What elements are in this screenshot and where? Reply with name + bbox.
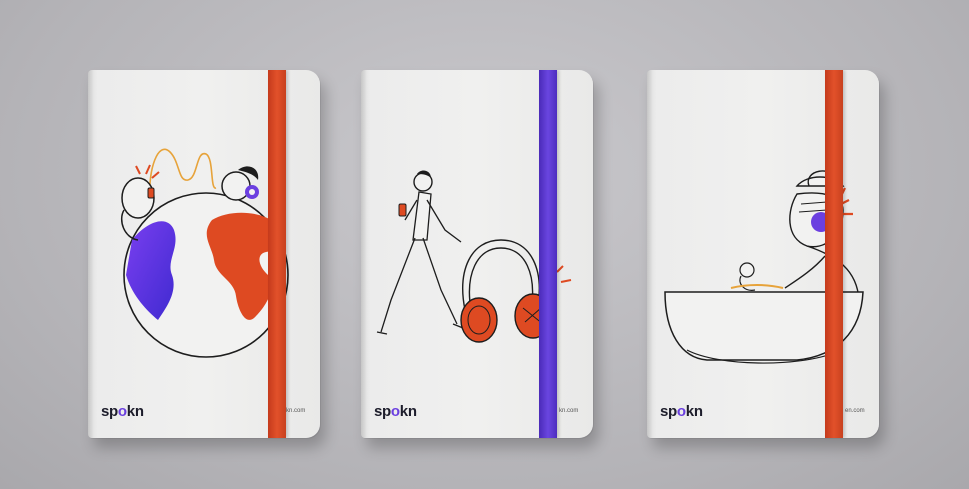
notebook-headphones: spokn kn.com — [361, 70, 593, 438]
brand-logo: spokn — [374, 403, 417, 420]
brand-url: en.com — [845, 408, 865, 414]
elastic-band — [268, 70, 286, 438]
elastic-band — [539, 70, 557, 438]
person-with-bowl-icon — [664, 170, 864, 364]
notebook-globe: spokn kn.com — [88, 70, 320, 438]
elastic-band — [825, 70, 843, 438]
brand-logo: spokn — [660, 403, 703, 420]
man-with-headphones-icon — [376, 170, 572, 343]
brand-logo: spokn — [101, 403, 144, 420]
brand-url: kn.com — [286, 408, 306, 414]
notebook-bowl: spokn en.com — [647, 70, 879, 438]
product-photo-scene: spokn kn.com spokn kn.com spokn en.com — [0, 0, 969, 489]
brand-url: kn.com — [559, 408, 579, 414]
